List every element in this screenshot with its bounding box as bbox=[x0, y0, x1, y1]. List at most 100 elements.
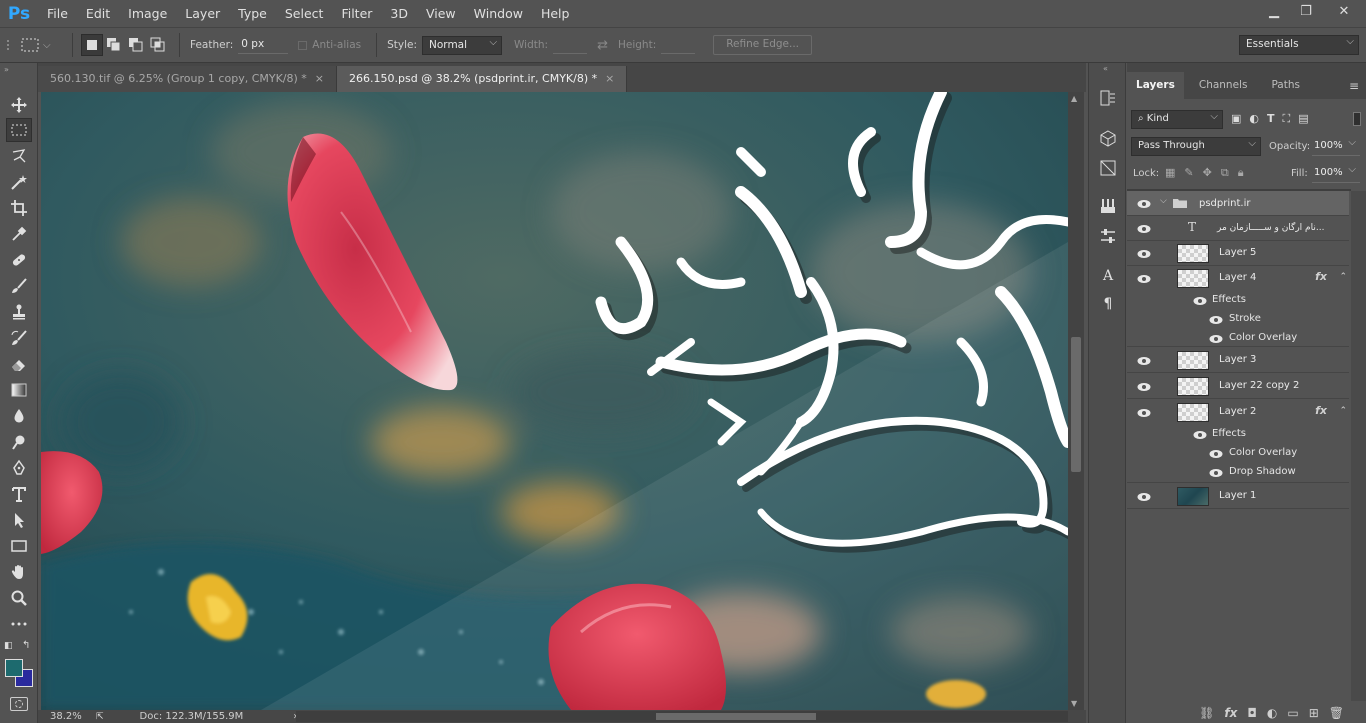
menu-view[interactable]: View bbox=[417, 0, 465, 27]
lock-artboard-icon[interactable]: ⧉ bbox=[1221, 166, 1229, 180]
rectangle-tool[interactable] bbox=[6, 534, 32, 558]
filter-kind-select[interactable]: ⌕ Kind bbox=[1131, 110, 1223, 129]
paragraph-panel-button[interactable]: ¶ bbox=[1097, 293, 1119, 315]
zoom-tool[interactable] bbox=[6, 586, 32, 610]
add-style-icon[interactable]: fx bbox=[1224, 706, 1237, 720]
height-input[interactable] bbox=[661, 36, 696, 54]
effect-drop-shadow[interactable]: Drop Shadow bbox=[1229, 466, 1296, 477]
visibility-eye-icon[interactable] bbox=[1137, 382, 1151, 392]
visibility-eye-icon[interactable] bbox=[1137, 492, 1151, 502]
menu-3d[interactable]: 3D bbox=[381, 0, 417, 27]
quick-selection-tool[interactable] bbox=[6, 170, 32, 194]
antialias-checkbox[interactable] bbox=[298, 40, 308, 50]
menu-select[interactable]: Select bbox=[276, 0, 333, 27]
close-tab-button[interactable]: × bbox=[315, 72, 324, 85]
3d-panel-button[interactable] bbox=[1097, 127, 1119, 149]
fx-badge[interactable]: fx bbox=[1315, 270, 1327, 283]
collapse-toolbar-icon[interactable]: » bbox=[4, 65, 9, 74]
adjustments-panel-button[interactable] bbox=[1097, 225, 1119, 247]
canvas-vertical-scrollbar[interactable]: ▲ ▼ bbox=[1068, 92, 1084, 710]
eraser-tool[interactable] bbox=[6, 352, 32, 376]
scrollbar-thumb[interactable] bbox=[1071, 337, 1081, 472]
blur-tool[interactable] bbox=[6, 404, 32, 428]
visibility-eye-icon[interactable] bbox=[1137, 356, 1151, 366]
rectangular-marquee-tool[interactable] bbox=[6, 118, 32, 142]
visibility-eye-icon[interactable] bbox=[1137, 224, 1151, 234]
filter-type-icon[interactable]: T bbox=[1267, 112, 1275, 126]
clone-stamp-tool[interactable] bbox=[6, 300, 32, 324]
move-tool[interactable] bbox=[6, 93, 32, 117]
refine-edge-button[interactable]: Refine Edge... bbox=[713, 35, 813, 55]
scroll-up-icon[interactable]: ▲ bbox=[1071, 94, 1077, 103]
swap-colors-icon[interactable]: ↰ bbox=[22, 640, 30, 651]
glyphs-panel-button[interactable] bbox=[1097, 157, 1119, 179]
add-to-selection-button[interactable] bbox=[103, 34, 125, 56]
doc-tab-560[interactable]: 560.130.tif @ 6.25% (Group 1 copy, CMYK/… bbox=[38, 66, 338, 92]
crop-tool[interactable] bbox=[6, 196, 32, 220]
tool-preset-picker[interactable]: ⌵ bbox=[20, 37, 64, 53]
visibility-eye-icon[interactable] bbox=[1209, 468, 1223, 478]
foreground-color-swatch[interactable] bbox=[5, 659, 23, 677]
subtract-from-selection-button[interactable] bbox=[125, 34, 147, 56]
share-icon[interactable]: ⇱ bbox=[96, 712, 104, 722]
layer-row-layer22copy2[interactable]: Layer 22 copy 2 bbox=[1127, 374, 1349, 399]
menu-help[interactable]: Help bbox=[532, 0, 579, 27]
document-canvas[interactable] bbox=[41, 92, 1068, 710]
intersect-selection-button[interactable] bbox=[147, 34, 169, 56]
menu-image[interactable]: Image bbox=[119, 0, 176, 27]
link-layers-icon[interactable]: ⛓︎ bbox=[1199, 706, 1214, 720]
new-group-icon[interactable]: ▭ bbox=[1287, 706, 1298, 720]
character-panel-button[interactable]: A bbox=[1097, 265, 1119, 287]
hand-tool[interactable] bbox=[6, 560, 32, 584]
layer-row-group[interactable]: ⌵ psdprint.ir bbox=[1127, 191, 1349, 216]
menu-edit[interactable]: Edit bbox=[77, 0, 119, 27]
layer-row-layer5[interactable]: Layer 5 bbox=[1127, 241, 1349, 266]
opacity-input[interactable]: 100% bbox=[1312, 137, 1360, 156]
path-selection-tool[interactable] bbox=[6, 508, 32, 532]
effect-stroke[interactable]: Stroke bbox=[1229, 313, 1261, 324]
visibility-eye-icon[interactable] bbox=[1209, 334, 1223, 344]
workspace-select[interactable]: Essentials bbox=[1239, 35, 1359, 55]
new-layer-icon[interactable]: ⊞ bbox=[1309, 706, 1319, 720]
visibility-eye-icon[interactable] bbox=[1137, 274, 1151, 284]
minimize-button[interactable]: ▁ bbox=[1258, 0, 1290, 22]
brush-tool[interactable] bbox=[6, 274, 32, 298]
fill-input[interactable]: 100% bbox=[1312, 164, 1360, 183]
feather-input[interactable]: 0 px bbox=[238, 36, 289, 54]
gradient-tool[interactable] bbox=[6, 378, 32, 402]
visibility-eye-icon[interactable] bbox=[1209, 449, 1223, 459]
effect-color-overlay[interactable]: Color Overlay bbox=[1229, 332, 1297, 343]
layer-row-layer2[interactable]: Layer 2 fx ⌃ bbox=[1127, 400, 1349, 425]
brushes-panel-button[interactable] bbox=[1097, 195, 1119, 217]
visibility-eye-icon[interactable] bbox=[1137, 249, 1151, 259]
visibility-eye-icon[interactable] bbox=[1193, 296, 1207, 306]
eyedropper-tool[interactable] bbox=[6, 222, 32, 246]
lock-position-icon[interactable]: ✥ bbox=[1203, 166, 1212, 180]
blend-mode-select[interactable]: Pass Through bbox=[1131, 137, 1261, 156]
dodge-tool[interactable] bbox=[6, 430, 32, 454]
menu-file[interactable]: File bbox=[38, 0, 77, 27]
edit-toolbar-button[interactable] bbox=[6, 612, 32, 636]
filter-shape-icon[interactable]: ⛶ bbox=[1283, 112, 1291, 126]
layer-row-text[interactable]: T نام ارگان و ســـــازمان مر... bbox=[1127, 216, 1349, 241]
close-tab-button[interactable]: × bbox=[605, 72, 614, 85]
chevron-up-icon[interactable]: ⌃ bbox=[1339, 406, 1347, 416]
adjustment-layer-icon[interactable]: ◐ bbox=[1267, 706, 1277, 720]
menu-type[interactable]: Type bbox=[229, 0, 276, 27]
chevron-up-icon[interactable]: ⌃ bbox=[1339, 272, 1347, 282]
add-mask-icon[interactable]: ◘ bbox=[1247, 706, 1257, 720]
filter-toggle[interactable] bbox=[1353, 112, 1361, 126]
fx-badge[interactable]: fx bbox=[1315, 404, 1327, 417]
healing-brush-tool[interactable] bbox=[6, 248, 32, 272]
visibility-eye-icon[interactable] bbox=[1137, 199, 1151, 209]
tab-channels[interactable]: Channels bbox=[1190, 72, 1257, 99]
default-colors-icon[interactable]: ◧ bbox=[4, 641, 13, 651]
filter-adjustment-icon[interactable]: ◐ bbox=[1249, 112, 1259, 126]
zoom-level[interactable]: 38.2% bbox=[38, 711, 82, 722]
visibility-eye-icon[interactable] bbox=[1137, 408, 1151, 418]
expand-dock-icon[interactable]: « bbox=[1103, 64, 1108, 73]
filter-pixel-icon[interactable]: ▣ bbox=[1231, 112, 1241, 126]
scroll-down-icon[interactable]: ▼ bbox=[1071, 699, 1077, 708]
swap-dimensions-icon[interactable]: ⇄ bbox=[597, 38, 608, 53]
restore-button[interactable]: ❐ bbox=[1290, 0, 1322, 22]
